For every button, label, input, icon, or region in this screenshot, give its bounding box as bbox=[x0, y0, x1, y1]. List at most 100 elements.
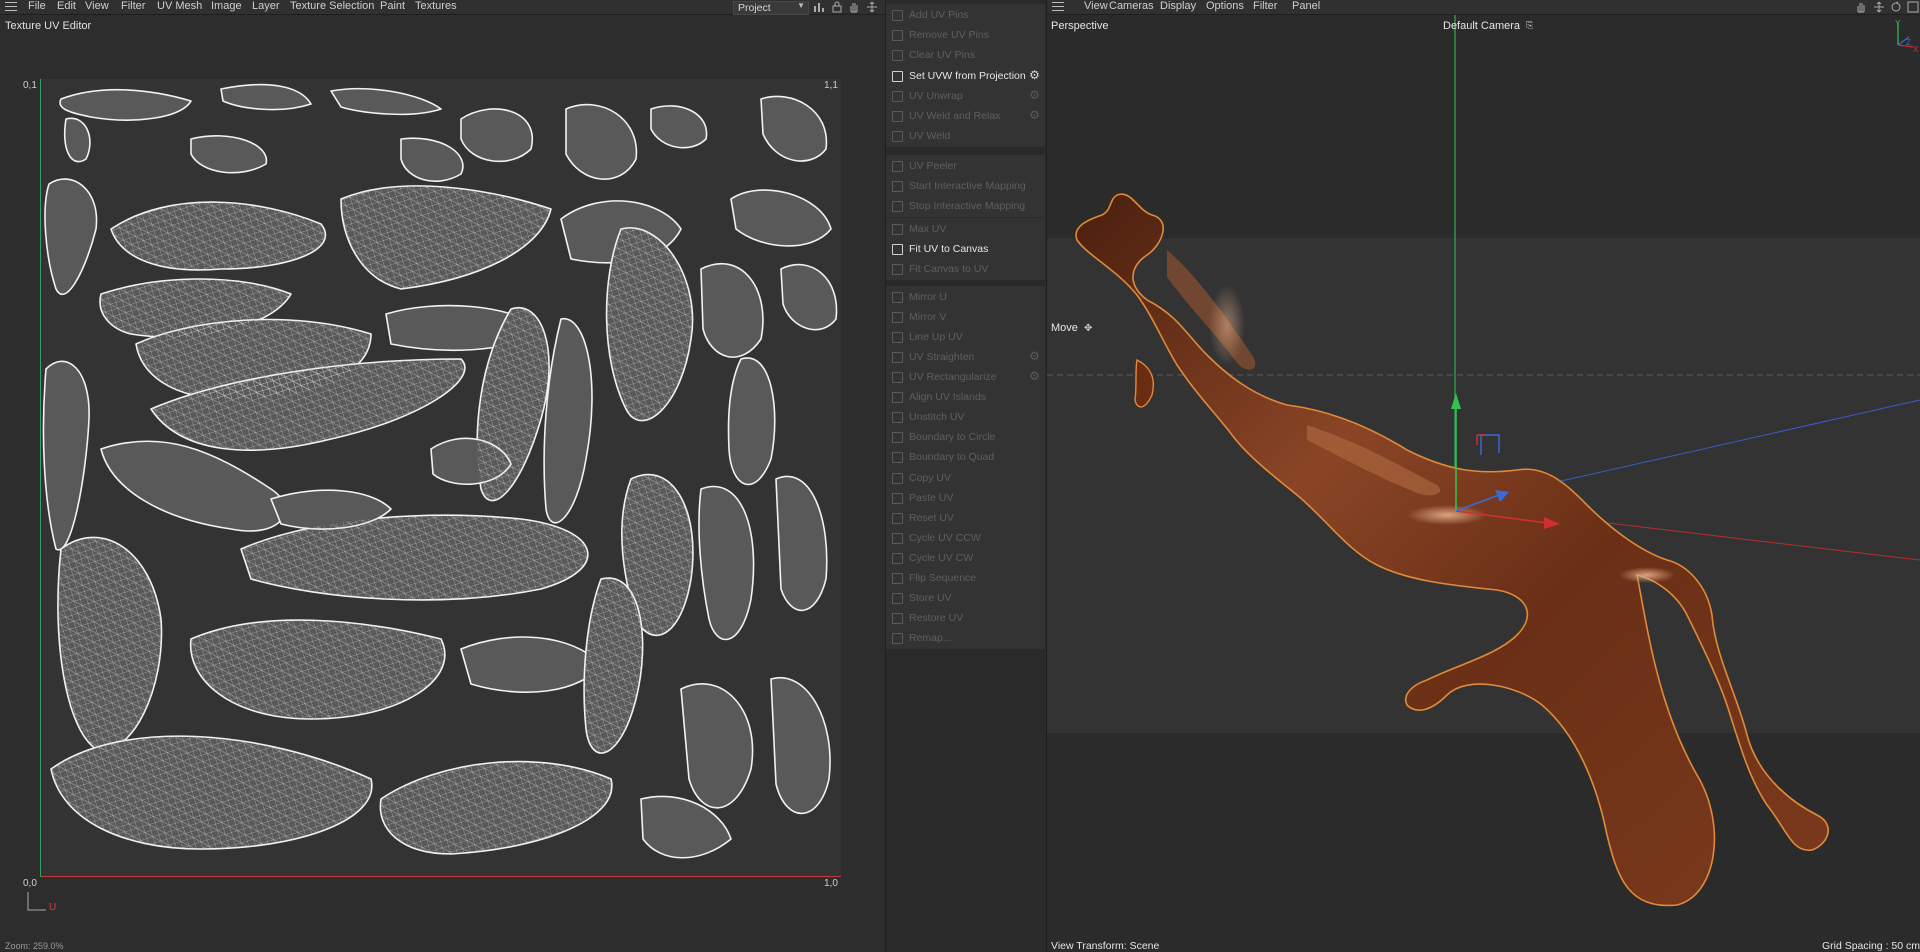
gear-icon[interactable]: ⚙ bbox=[1028, 109, 1041, 122]
camera-name: Default Camera bbox=[1443, 20, 1521, 32]
tool-max-uv-button[interactable]: Max UV bbox=[886, 219, 1045, 239]
tool-mirror-u-icon bbox=[892, 292, 903, 303]
lock-icon[interactable] bbox=[831, 1, 843, 13]
menu-paint[interactable]: Paint bbox=[380, 0, 405, 13]
menu-view[interactable]: View bbox=[1084, 0, 1108, 13]
uv-u-axis-line bbox=[41, 876, 841, 877]
tool-label: Store UV bbox=[909, 592, 952, 604]
tool-clear-uv-pins-button[interactable]: Clear UV Pins bbox=[886, 45, 1045, 65]
tool-label: Cycle UV CW bbox=[909, 552, 974, 564]
move-tool-icon: ✥ bbox=[1083, 323, 1093, 334]
uv-islands bbox=[42, 83, 838, 859]
tool-store-uv-icon bbox=[892, 593, 903, 604]
pan-hand-icon[interactable] bbox=[1855, 1, 1867, 13]
tool-uv-weld-button[interactable]: UV Weld bbox=[886, 126, 1045, 146]
tool-label: Mirror U bbox=[909, 291, 947, 303]
tool-set-uvw-from-projection-button[interactable]: Set UVW from Projection ⚙ bbox=[886, 66, 1045, 86]
camera-lock-icon: ⎘ bbox=[1526, 20, 1534, 30]
active-tool-label: Move bbox=[1051, 322, 1078, 334]
tool-reset-uv-icon bbox=[892, 513, 903, 524]
tool-set-uvw-from-projection-icon bbox=[892, 71, 903, 82]
menu-options[interactable]: Options bbox=[1206, 0, 1244, 13]
chocolate-splash-mesh[interactable] bbox=[1075, 193, 1829, 907]
uv-corner-top-right: 1,1 bbox=[824, 80, 838, 91]
tool-store-uv-button[interactable]: Store UV bbox=[886, 588, 1045, 608]
menu-filter[interactable]: Filter bbox=[121, 0, 145, 13]
tool-uv-straighten-button[interactable]: UV Straighten ⚙ bbox=[886, 347, 1045, 367]
tool-label: Clear UV Pins bbox=[909, 49, 975, 61]
tool-label: Paste UV bbox=[909, 492, 954, 504]
menu-textures[interactable]: Textures bbox=[415, 0, 457, 13]
menu-layer[interactable]: Layer bbox=[252, 0, 280, 13]
menu-cameras[interactable]: Cameras bbox=[1109, 0, 1154, 13]
tool-fit-uv-to-canvas-button[interactable]: Fit UV to Canvas bbox=[886, 239, 1045, 259]
tool-uv-unwrap-button[interactable]: UV Unwrap ⚙ bbox=[886, 86, 1045, 106]
gear-icon[interactable]: ⚙ bbox=[1028, 69, 1041, 82]
tool-copy-uv-button[interactable]: Copy UV bbox=[886, 468, 1045, 488]
project-select-value: Project bbox=[738, 2, 771, 14]
tool-fit-canvas-to-uv-icon bbox=[892, 264, 903, 275]
menu-texture-selection[interactable]: Texture Selection bbox=[290, 0, 374, 13]
tool-group: Set UVW from Projection ⚙ UV Unwrap ⚙ UV Wel… bbox=[886, 65, 1045, 147]
hamburger-menu-icon[interactable] bbox=[1052, 2, 1064, 11]
tool-label: Max UV bbox=[909, 223, 947, 235]
tool-group: Mirror U Mirror V Line Up UV UV Straighten ⚙… bbox=[886, 286, 1045, 468]
tool-remap-button[interactable]: Remap... bbox=[886, 628, 1045, 648]
menu-edit[interactable]: Edit bbox=[57, 0, 76, 13]
gear-icon[interactable]: ⚙ bbox=[1028, 370, 1041, 383]
layout-icon[interactable] bbox=[813, 1, 825, 13]
project-select[interactable]: Project ▼ bbox=[733, 1, 809, 15]
tool-align-uv-islands-button[interactable]: Align UV Islands bbox=[886, 387, 1045, 407]
tool-cycle-uv-cw-button[interactable]: Cycle UV CW bbox=[886, 548, 1045, 568]
rotate-view-icon[interactable] bbox=[1890, 1, 1902, 13]
tool-boundary-to-circle-button[interactable]: Boundary to Circle bbox=[886, 427, 1045, 447]
move-arrows-icon[interactable] bbox=[1873, 1, 1885, 13]
menu-filter[interactable]: Filter bbox=[1253, 0, 1277, 13]
menu-uv-mesh[interactable]: UV Mesh bbox=[157, 0, 202, 13]
tool-fit-canvas-to-uv-button[interactable]: Fit Canvas to UV bbox=[886, 259, 1045, 279]
tool-remove-uv-pins-button[interactable]: Remove UV Pins bbox=[886, 25, 1045, 45]
uv-canvas[interactable] bbox=[41, 79, 841, 876]
menu-image[interactable]: Image bbox=[211, 0, 242, 13]
tool-label: Unstitch UV bbox=[909, 411, 965, 423]
menu-display[interactable]: Display bbox=[1160, 0, 1196, 13]
tool-unstitch-uv-button[interactable]: Unstitch UV bbox=[886, 407, 1045, 427]
tool-mirror-v-button[interactable]: Mirror V bbox=[886, 307, 1045, 327]
tool-max-uv-icon bbox=[892, 224, 903, 235]
tool-uv-weld-and-relax-button[interactable]: UV Weld and Relax ⚙ bbox=[886, 106, 1045, 126]
tool-label: Restore UV bbox=[909, 612, 964, 624]
tool-reset-uv-button[interactable]: Reset UV bbox=[886, 508, 1045, 528]
gear-icon[interactable]: ⚙ bbox=[1028, 350, 1041, 363]
menu-panel[interactable]: Panel bbox=[1292, 0, 1320, 13]
tool-stop-interactive-mapping-button[interactable]: Stop Interactive Mapping bbox=[886, 196, 1045, 216]
gear-icon[interactable]: ⚙ bbox=[1028, 89, 1041, 102]
menu-view[interactable]: View bbox=[85, 0, 109, 13]
tool-restore-uv-button[interactable]: Restore UV bbox=[886, 608, 1045, 628]
tool-start-interactive-mapping-button[interactable]: Start Interactive Mapping bbox=[886, 176, 1045, 196]
tool-label: Line Up UV bbox=[909, 331, 963, 343]
tool-mirror-v-icon bbox=[892, 312, 903, 323]
tool-line-up-uv-icon bbox=[892, 332, 903, 343]
tool-label: Add UV Pins bbox=[909, 9, 969, 21]
uv-corner-bottom-right: 1,0 bbox=[824, 878, 838, 889]
tool-uv-weld-and-relax-icon bbox=[892, 111, 903, 122]
tool-paste-uv-button[interactable]: Paste UV bbox=[886, 488, 1045, 508]
menu-file[interactable]: File bbox=[28, 0, 46, 13]
tool-line-up-uv-button[interactable]: Line Up UV bbox=[886, 327, 1045, 347]
tool-cycle-uv-ccw-button[interactable]: Cycle UV CCW bbox=[886, 528, 1045, 548]
tool-unstitch-uv-icon bbox=[892, 412, 903, 423]
tool-fit-uv-to-canvas-icon bbox=[892, 244, 903, 255]
tool-uv-rectangularize-button[interactable]: UV Rectangularize ⚙ bbox=[886, 367, 1045, 387]
camera-selector[interactable]: Default Camera ⎘ bbox=[1443, 19, 1533, 33]
move-arrows-icon[interactable] bbox=[866, 1, 878, 13]
maximize-view-icon[interactable] bbox=[1907, 1, 1919, 13]
tool-add-uv-pins-button[interactable]: Add UV Pins bbox=[886, 5, 1045, 25]
tool-flip-sequence-button[interactable]: Flip Sequence bbox=[886, 568, 1045, 588]
tool-uv-rectangularize-icon bbox=[892, 372, 903, 383]
tool-label: Stop Interactive Mapping bbox=[909, 200, 1026, 212]
tool-uv-peeler-button[interactable]: UV Peeler bbox=[886, 156, 1045, 176]
pan-hand-icon[interactable] bbox=[848, 1, 860, 13]
tool-boundary-to-quad-button[interactable]: Boundary to Quad bbox=[886, 447, 1045, 467]
tool-mirror-u-button[interactable]: Mirror U bbox=[886, 287, 1045, 307]
hamburger-menu-icon[interactable] bbox=[5, 2, 17, 11]
